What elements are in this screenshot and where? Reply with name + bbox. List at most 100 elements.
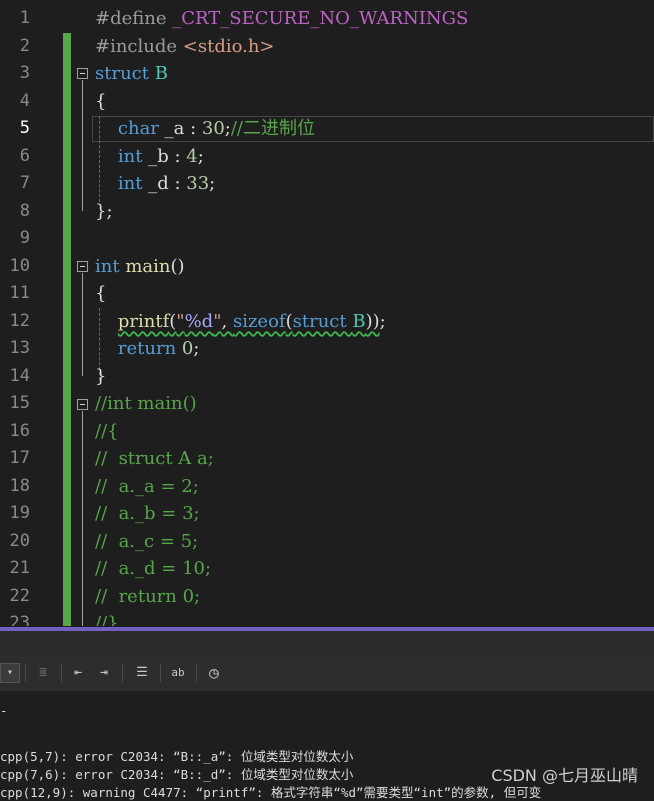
code-token: _a : (158, 118, 202, 139)
output-line: cpp(7,6): error C2034: “B::_d”: 位域类型对位数太… (0, 767, 354, 782)
toolbar-separator (25, 664, 26, 682)
output-panel-header (0, 631, 654, 655)
code-text: #define _CRT_SECURE_NO_WARNINGS (95, 5, 468, 33)
toggle-word-wrap-icon[interactable]: ab (168, 663, 188, 683)
code-token: , (221, 310, 233, 332)
code-text: printf("%d", sizeof(struct B)); (95, 308, 386, 336)
code-line[interactable]: 23 //} (0, 610, 654, 626)
code-line[interactable]: 11 { (0, 280, 654, 308)
code-line[interactable]: 13 return 0; (0, 335, 654, 363)
code-token: #include (95, 35, 183, 57)
clear-output-icon[interactable]: ≣ (33, 663, 53, 683)
code-line[interactable]: 16 //{ (0, 418, 654, 446)
code-text: return 0; (95, 335, 200, 363)
clear-all-icon[interactable]: ☰ (132, 663, 152, 683)
line-number: 7 (19, 173, 30, 193)
line-number: 9 (19, 228, 30, 248)
line-number: 12 (9, 310, 30, 331)
code-text: { (95, 88, 106, 116)
code-line[interactable]: 10 int main() (0, 253, 654, 281)
code-text: int _d : 33; (95, 170, 215, 198)
output-line: cpp(5,7): error C2034: “B::_a”: 位域类型对位数太… (0, 749, 354, 764)
code-line[interactable]: 20 // a._c = 5; (0, 528, 654, 556)
code-token: //int main() (95, 393, 197, 414)
line-number: 17 (9, 448, 30, 468)
code-line[interactable]: 1 #define _CRT_SECURE_NO_WARNINGS (0, 5, 654, 33)
toolbar-separator (196, 664, 197, 682)
code-line[interactable]: 15 //int main() (0, 390, 654, 418)
code-line[interactable]: 18 // a._a = 2; (0, 473, 654, 501)
code-line[interactable]: 8}; (0, 198, 654, 226)
code-token: // a._b = 3; (95, 503, 200, 524)
find-next-message-icon[interactable]: ⇥ (94, 663, 114, 683)
code-text: char _a : 30;//二进制位 (95, 115, 315, 143)
code-line[interactable]: 3 struct B (0, 60, 654, 88)
line-number: 2 (19, 35, 30, 56)
code-line[interactable]: 2 #include <stdio.h> (0, 33, 654, 61)
code-token: // return 0; (95, 585, 201, 607)
code-line[interactable]: 17 // struct A a; (0, 445, 654, 473)
code-text: //{ (95, 418, 119, 446)
code-text: } (95, 363, 106, 391)
code-token: () (170, 255, 185, 277)
code-token: 33 (186, 173, 210, 194)
code-token: //{ (95, 420, 119, 442)
code-token: int (117, 145, 143, 167)
code-token: //} (95, 613, 119, 626)
code-token: // a._c = 5; (95, 530, 199, 552)
code-text: // struct A a; (95, 445, 214, 473)
code-text: // a._b = 3; (95, 500, 200, 528)
watermark: CSDN @七月巫山晴 (491, 766, 638, 785)
code-editor[interactable]: 1 #define _CRT_SECURE_NO_WARNINGS 2 #includ… (0, 0, 654, 626)
code-token: " (213, 310, 222, 332)
code-token: // a._d = 10; (95, 558, 212, 579)
code-token: char (117, 118, 159, 139)
line-number: 23 (9, 613, 30, 626)
code-token: ; (193, 338, 200, 359)
code-text: // a._c = 5; (95, 528, 198, 556)
code-token: _b : (142, 145, 187, 167)
code-text: // a._d = 10; (95, 555, 211, 583)
toolbar-separator (61, 664, 62, 682)
code-token: 30 (201, 118, 225, 139)
code-line[interactable]: 14} (0, 363, 654, 391)
code-line[interactable]: 12 printf("%d", sizeof(struct B)); (0, 308, 654, 336)
code-text: }; (95, 198, 113, 226)
code-line[interactable]: 6 int _b : 4; (0, 143, 654, 171)
code-token: ; (379, 310, 386, 332)
code-text: struct B (95, 60, 168, 88)
code-token: return (117, 338, 177, 359)
line-number: 13 (9, 338, 30, 358)
code-token: B (154, 63, 168, 84)
code-line[interactable]: 4{ (0, 88, 654, 116)
code-token: }; (95, 200, 113, 222)
code-token: int (117, 173, 143, 194)
code-token: // a._a = 2; (95, 475, 199, 497)
code-token: { (95, 90, 107, 112)
clock-icon[interactable]: ◷ (204, 663, 224, 683)
code-line[interactable]: 22 // return 0; (0, 583, 654, 611)
code-line[interactable]: 21 // a._d = 10; (0, 555, 654, 583)
line-number: 15 (9, 393, 30, 413)
code-token: { (95, 283, 107, 304)
find-prev-message-icon[interactable]: ⇤ (68, 663, 88, 683)
line-number: 11 (9, 283, 30, 303)
line-number: 22 (9, 585, 30, 606)
code-token: %d (184, 310, 214, 332)
code-line[interactable]: 7 int _d : 33; (0, 170, 654, 198)
dropdown-arrow-icon[interactable]: ▾ (0, 663, 20, 683)
code-line[interactable]: 5 char _a : 30;//二进制位 (0, 115, 654, 143)
code-token: 4 (186, 145, 198, 167)
line-number: 8 (19, 200, 30, 221)
code-token: " (176, 310, 185, 332)
toolbar-separator (122, 664, 123, 682)
line-number: 18 (9, 475, 30, 496)
output-line: - (0, 703, 8, 718)
code-line[interactable]: 19 // a._b = 3; (0, 500, 654, 528)
line-number: 21 (9, 558, 30, 578)
code-line[interactable]: 9 (0, 225, 654, 253)
code-token: #define (95, 8, 173, 29)
line-number: 6 (19, 145, 30, 166)
